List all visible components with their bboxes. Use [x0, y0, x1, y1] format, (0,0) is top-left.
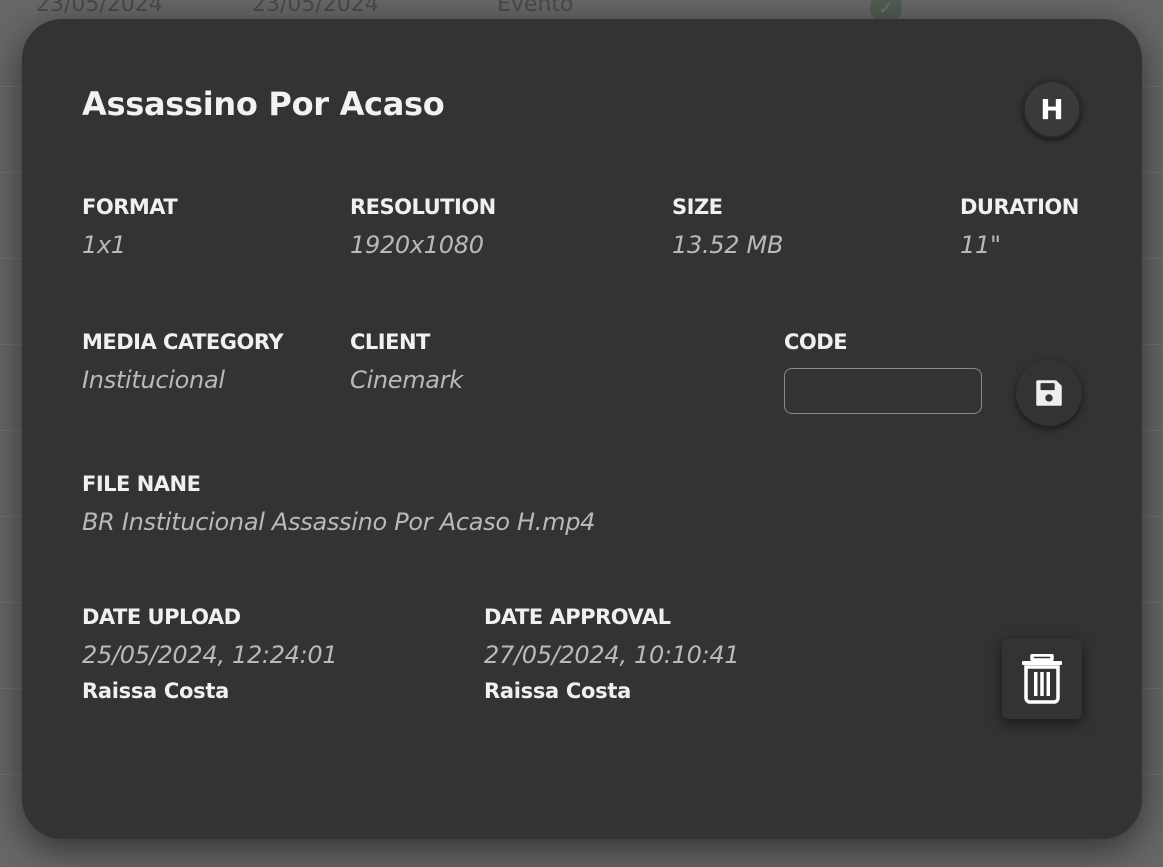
size-value: 13.52 MB: [672, 231, 784, 259]
code-field: CODE: [784, 330, 848, 354]
date-upload-field: DATE UPLOAD 25/05/2024, 12:24:01 Raissa …: [82, 605, 338, 703]
client-field: CLIENT Cinemark: [350, 330, 463, 394]
trash-icon: [1022, 654, 1062, 704]
client-value: Cinemark: [350, 366, 463, 394]
save-code-button[interactable]: [1016, 360, 1082, 426]
file-name-value: BR Institucional Assassino Por Acaso H.m…: [82, 508, 596, 536]
duration-field: DURATION 11": [960, 195, 1079, 259]
file-name-field: FILE NANE BR Institucional Assassino Por…: [82, 472, 595, 536]
date-approval-user: Raissa Costa: [484, 679, 631, 703]
media-category-field: MEDIA CATEGORY Institucional: [82, 330, 284, 394]
resolution-label: RESOLUTION: [350, 195, 496, 219]
floppy-disk-icon: [1036, 380, 1062, 406]
modal-title: Assassino Por Acaso: [82, 85, 445, 123]
client-label: CLIENT: [350, 330, 430, 354]
resolution-value: 1920x1080: [350, 231, 484, 259]
duration-label: DURATION: [960, 195, 1079, 219]
code-input[interactable]: [784, 368, 982, 414]
delete-button[interactable]: [1002, 639, 1082, 719]
media-category-label: MEDIA CATEGORY: [82, 330, 284, 354]
media-category-value: Institucional: [82, 366, 225, 394]
date-upload-value: 25/05/2024, 12:24:01: [82, 641, 338, 669]
date-upload-label: DATE UPLOAD: [82, 605, 241, 629]
date-approval-value: 27/05/2024, 10:10:41: [484, 641, 740, 669]
format-value: 1x1: [82, 231, 126, 259]
user-avatar[interactable]: H: [1023, 80, 1081, 138]
code-label: CODE: [784, 330, 848, 354]
size-label: SIZE: [672, 195, 723, 219]
duration-value: 11": [960, 231, 1001, 259]
date-approval-field: DATE APPROVAL 27/05/2024, 10:10:41 Raiss…: [484, 605, 740, 703]
file-name-label: FILE NANE: [82, 472, 201, 496]
format-label: FORMAT: [82, 195, 178, 219]
format-field: FORMAT 1x1: [82, 195, 178, 259]
size-field: SIZE 13.52 MB: [672, 195, 783, 259]
resolution-field: RESOLUTION 1920x1080: [350, 195, 496, 259]
date-upload-user: Raissa Costa: [82, 679, 229, 703]
media-details-modal: Assassino Por Acaso H FORMAT 1x1 RESOLUT…: [22, 19, 1142, 839]
date-approval-label: DATE APPROVAL: [484, 605, 671, 629]
